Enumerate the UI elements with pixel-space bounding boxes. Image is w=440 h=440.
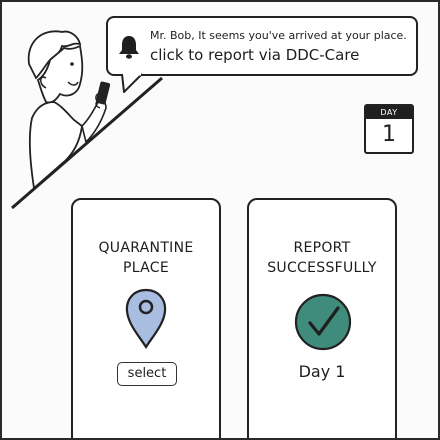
quarantine-title-line1: QUARANTINE — [98, 240, 194, 256]
notification-message: Mr. Bob, It seems you've arrived at your… — [150, 29, 407, 42]
report-success-card: REPORT SUCCESSFULLY Day 1 — [247, 198, 397, 438]
report-day-label: Day 1 — [298, 362, 346, 381]
calendar-label: DAY — [366, 106, 412, 119]
bubble-tail — [121, 72, 143, 93]
report-card-title: REPORT SUCCESSFULLY — [249, 238, 395, 278]
screen-frame: Mr. Bob, It seems you've arrived at your… — [0, 0, 440, 440]
report-title-line1: REPORT — [293, 240, 351, 256]
calendar-day-number: 1 — [382, 122, 396, 147]
bell-icon — [119, 36, 139, 59]
quarantine-place-card: QUARANTINE PLACE select — [71, 198, 221, 438]
report-title-line2: SUCCESSFULLY — [267, 260, 377, 276]
quarantine-title-line2: PLACE — [122, 260, 169, 276]
select-button[interactable]: select — [117, 362, 177, 386]
calendar-icon: DAY 1 — [364, 104, 414, 154]
notification-bubble[interactable]: Mr. Bob, It seems you've arrived at your… — [106, 16, 418, 76]
quarantine-card-title: QUARANTINE PLACE — [73, 238, 219, 278]
location-pin-icon — [125, 288, 167, 350]
checkmark-icon — [294, 293, 352, 351]
notification-action-link[interactable]: click to report via DDC-Care — [150, 46, 359, 64]
